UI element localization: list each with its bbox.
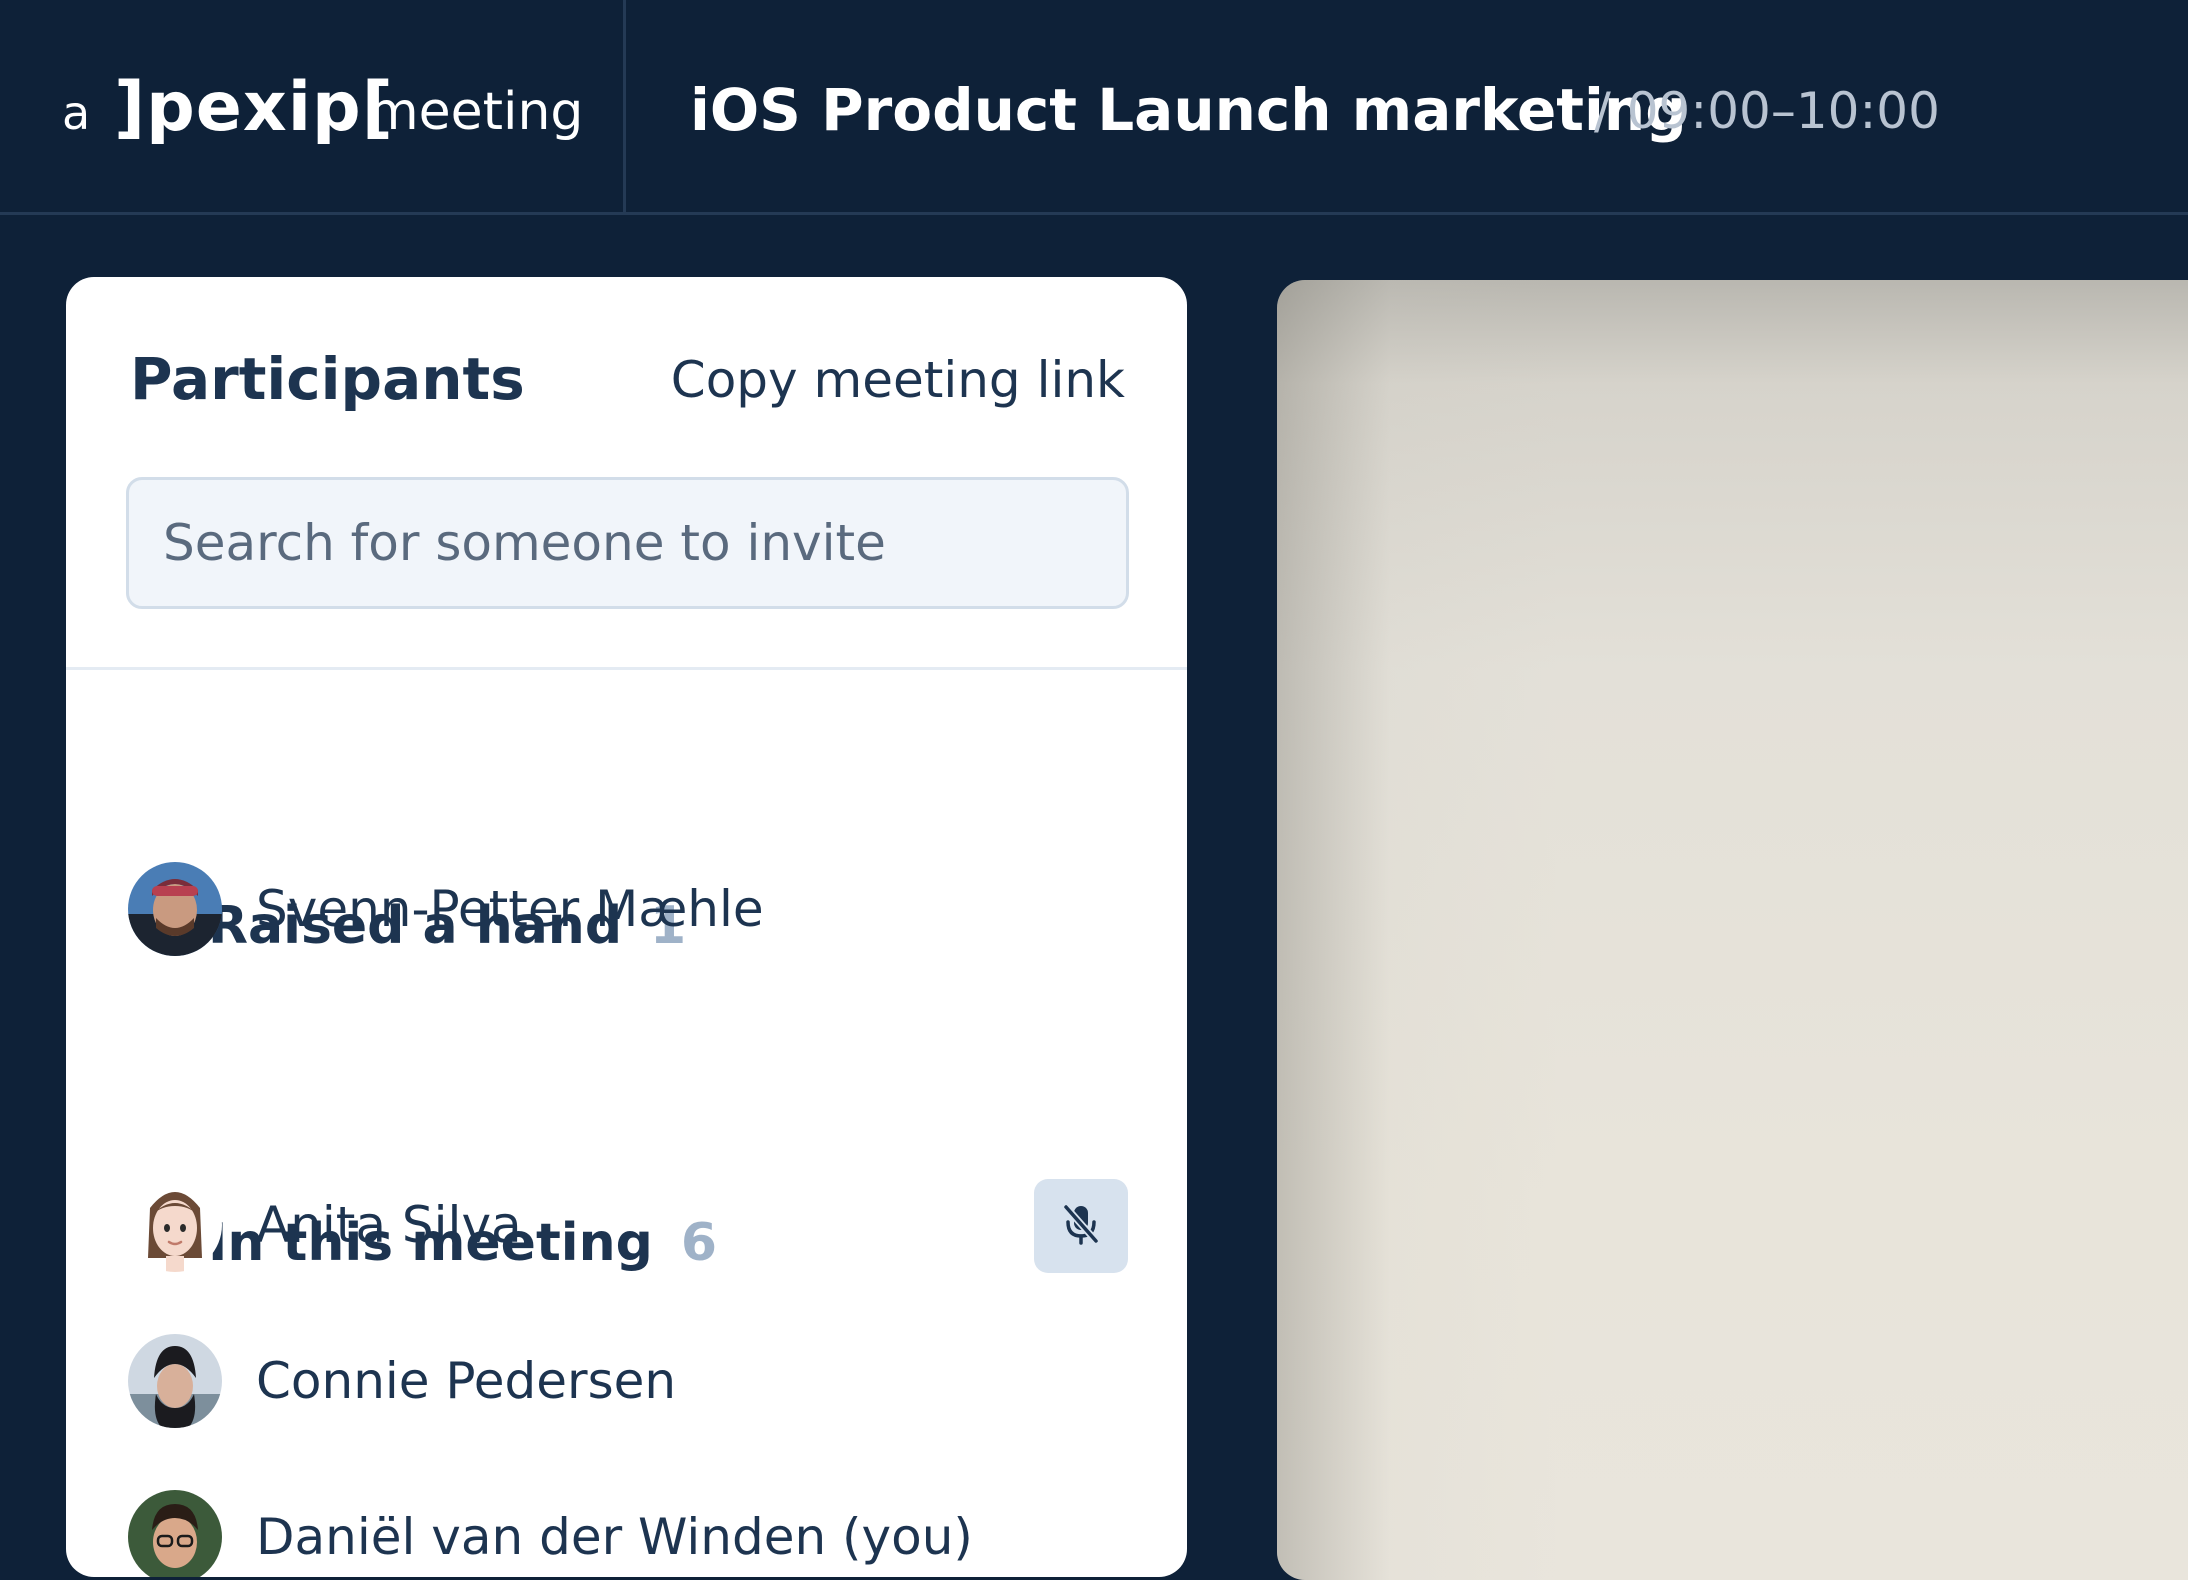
participant-row[interactable]: Anita Silva — [128, 1177, 1128, 1273]
meeting-time: / 09:00–10:00 — [1594, 82, 1940, 140]
divider — [66, 667, 1187, 670]
brand: a ]pexip[ meeting — [0, 0, 626, 212]
avatar — [128, 862, 222, 956]
participant-name: Connie Pedersen — [256, 1352, 677, 1410]
participant-row[interactable]: Connie Pedersen — [128, 1333, 1128, 1429]
video-feed[interactable] — [1277, 280, 2188, 1580]
participant-name: Daniël van der Winden (you) — [256, 1508, 973, 1566]
participants-panel: Participants Copy meeting link Raised a … — [66, 277, 1187, 1577]
mute-status-button[interactable] — [1034, 1179, 1128, 1273]
participant-name: Svenn-Petter Mæhle — [256, 880, 764, 938]
meeting-title: iOS Product Launch marketing — [690, 76, 1687, 144]
avatar — [128, 1334, 222, 1428]
participant-name: Anita Silva — [256, 1196, 522, 1254]
brand-prefix: a — [62, 86, 91, 140]
video-shade — [1277, 280, 2188, 1580]
microphone-muted-icon — [1057, 1200, 1105, 1253]
avatar — [128, 1490, 222, 1577]
top-bar: a ]pexip[ meeting iOS Product Launch mar… — [0, 0, 2188, 215]
avatar — [128, 1178, 222, 1272]
participant-row[interactable]: Svenn-Petter Mæhle — [128, 861, 1128, 957]
invite-search-input[interactable] — [126, 477, 1129, 609]
participant-row[interactable]: Daniël van der Winden (you) — [128, 1489, 1128, 1577]
copy-meeting-link-button[interactable]: Copy meeting link — [671, 351, 1125, 409]
panel-title: Participants — [130, 345, 525, 413]
pexip-logo: ]pexip[ — [114, 68, 394, 147]
brand-suffix: meeting — [368, 82, 584, 142]
